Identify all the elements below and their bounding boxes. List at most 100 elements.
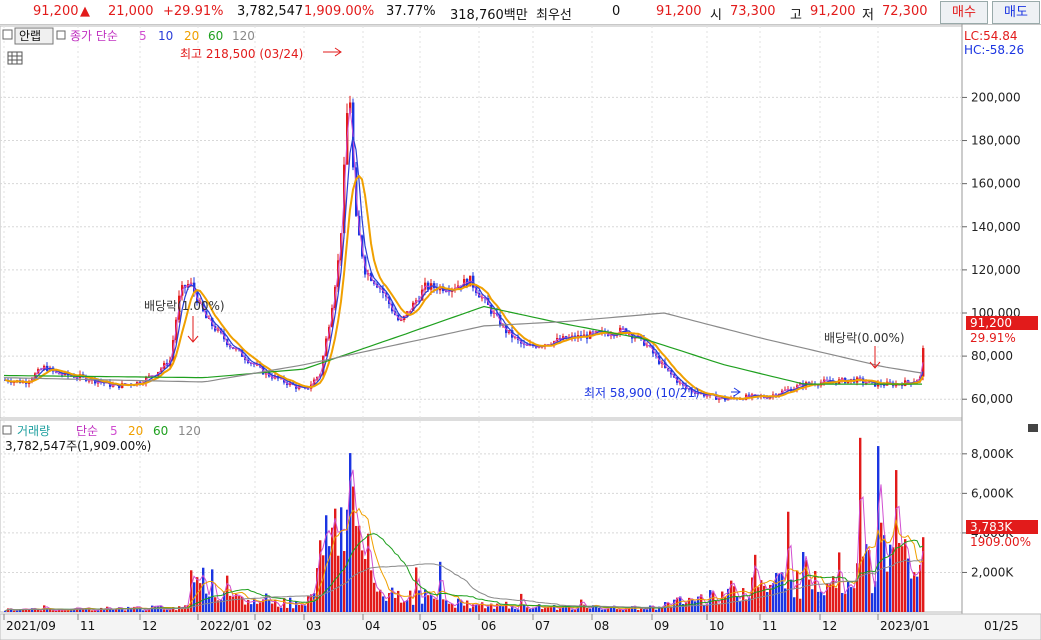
volume-bar [295,601,298,612]
volume-bar [733,586,736,612]
ma-toggle-icon[interactable] [56,30,66,40]
volume-bar [865,544,868,612]
volume-bar [427,595,430,612]
volume-bar [745,599,748,612]
x-tick-label: 06 [481,619,496,633]
vol-ma-20-label: 20 [128,424,143,438]
volume-bar [814,570,817,612]
volume-bar [13,610,16,612]
volume-bar [514,608,517,612]
volume-bar [322,555,325,612]
current-price: 91,200 [33,4,79,19]
volume-bar [568,607,571,612]
volume-bar [862,556,865,612]
volume-bar [364,558,367,612]
vol-ma-120-label: 120 [178,424,201,438]
x-tick-label: 04 [365,619,380,633]
volume-bar [235,594,238,612]
price-tick-label: 160,000 [971,177,1021,191]
volume-bar [421,603,424,612]
volume-bar [463,605,466,612]
volume-bar [685,602,688,612]
volume-bar [181,608,184,612]
volume-bar [232,596,235,612]
volume-bar [589,608,592,612]
volume-bar [343,551,346,612]
volume-bar [394,597,397,612]
volume-bar [313,593,316,612]
volume-bar [616,609,619,612]
volume-bar [55,610,58,612]
volume-bar [301,604,304,612]
volume-bar [721,591,724,612]
volume-bar [829,583,832,612]
volume-bar [340,507,343,612]
volume-bar [142,610,145,612]
x-tick-label: 02 [257,619,272,633]
volume-bar [793,597,796,612]
volume-bar [442,599,445,612]
x-tick-label: 05 [422,619,437,633]
volume-bar [283,598,286,612]
buy-button[interactable]: 매수 [940,1,988,24]
volume-bar [289,597,292,612]
volume-bar [790,579,793,612]
volume-current-tag-label: 3,783K [970,520,1013,534]
low-price: 72,300 [882,4,928,19]
x-tick-label: 12 [142,619,157,633]
volume-bar [799,598,802,612]
volume-bar [586,607,589,612]
volume-bar [916,576,919,612]
volume-bar [739,600,742,612]
volume-bar [268,599,271,612]
volume-bar [757,587,760,612]
volume-bar [178,606,181,612]
volume-bar [475,604,478,612]
x-tick-label: 08 [594,619,609,633]
volume-bar [202,567,205,612]
grid-table-icon[interactable] [7,51,23,65]
volume-bar [796,570,799,612]
volume-bar [355,525,358,612]
panel-toggle-icon[interactable] [2,29,13,40]
volume-bar [433,598,436,612]
volume-bar [382,596,385,612]
x-tick-label: 10 [709,619,724,633]
volume-bar [637,609,640,612]
volume-bar [373,582,376,612]
trade-amount: 318,760백만 [450,8,528,23]
volume-bar [331,527,334,612]
volume-bar [820,591,823,612]
sell-button[interactable]: 매도 [992,1,1040,24]
volume-bar [895,470,898,612]
volume-bar [823,595,826,612]
volume-panel-collapse-icon[interactable] [1028,424,1038,432]
x-tick-label: 2023/01 [880,619,930,633]
volume-bar [817,591,820,612]
x-tick-label: 12 [822,619,837,633]
x-tick-label: 07 [535,619,550,633]
volume-ma-label: 단순 [76,424,98,438]
volume-bar [226,575,229,612]
volume-bar [61,610,64,612]
volume-bar [766,592,769,612]
volume-bar [286,607,289,612]
hc-label: HC:-58.26 [964,43,1024,57]
volume-bar [205,593,208,612]
ask-price: 91,200 [656,4,702,19]
volume-bar [904,539,907,612]
ma-5-label: 5 [139,29,147,43]
volume-bar [913,572,916,612]
volume-bar [436,599,439,612]
volume-bar [292,608,295,612]
volume-bar [598,607,601,612]
volume-bar [529,609,532,612]
volume-bar [910,578,913,612]
volume-tick-label: 8,000K [971,447,1014,461]
best-quote-value: 0 [612,4,621,19]
volume-bar [454,607,457,612]
volume-toggle-icon[interactable] [2,425,12,435]
current-price-tag-label: 91,200 [970,316,1012,330]
volume-bar [406,600,409,612]
volume-bar [478,605,481,612]
